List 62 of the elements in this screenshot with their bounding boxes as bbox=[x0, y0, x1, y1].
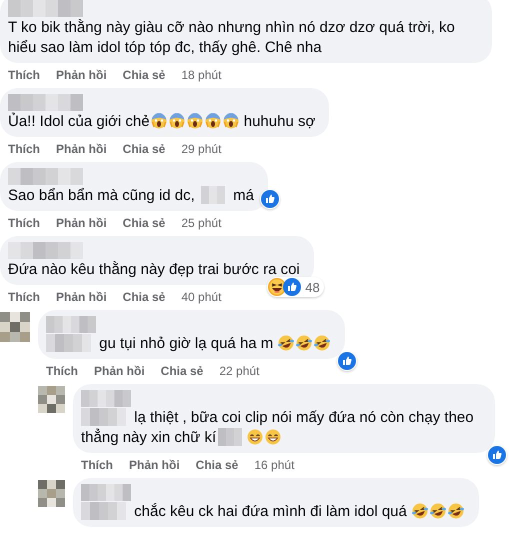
like-link[interactable]: Thích bbox=[8, 67, 40, 83]
blurred-text bbox=[200, 186, 225, 204]
reply-link[interactable]: Phản hồi bbox=[129, 457, 180, 473]
blurred-text bbox=[218, 428, 242, 446]
share-link[interactable]: Chia sẻ bbox=[122, 67, 166, 83]
blurred-avatar bbox=[38, 386, 65, 413]
blurred-avatar bbox=[38, 480, 65, 507]
blurred-avatar bbox=[0, 312, 30, 342]
comment-text: huhuhu sợ bbox=[242, 113, 316, 130]
grinning-emoji-icon bbox=[247, 429, 264, 445]
comment-time[interactable]: 25 phút bbox=[181, 215, 222, 231]
comment-text: thẳng này xin chữ kí bbox=[81, 428, 216, 448]
blurred-name bbox=[81, 390, 131, 407]
comment-text: gu tụi nhỏ giờ lạ quá ha m bbox=[98, 335, 274, 352]
laughing-emoji-icon bbox=[314, 335, 330, 351]
scream-emoji-icon bbox=[168, 113, 185, 129]
like-link[interactable]: Thích bbox=[81, 457, 113, 473]
blurred-name bbox=[81, 484, 131, 501]
blurred-name bbox=[46, 316, 96, 333]
scream-emoji-icon bbox=[204, 113, 221, 129]
like-link[interactable]: Thích bbox=[8, 289, 40, 305]
comment-time[interactable]: 18 phút bbox=[181, 67, 222, 83]
laughing-emoji-icon bbox=[448, 503, 464, 519]
reply-link[interactable]: Phản hồi bbox=[56, 67, 107, 83]
comment-time[interactable]: 40 phút bbox=[181, 289, 222, 305]
share-link[interactable]: Chia sẻ bbox=[122, 141, 166, 157]
comment-text: má bbox=[232, 187, 254, 204]
like-icon bbox=[260, 190, 279, 208]
grinning-emoji-icon bbox=[265, 429, 282, 445]
like-icon bbox=[338, 352, 356, 370]
laughing-emoji-icon bbox=[412, 503, 428, 519]
share-link[interactable]: Chia sẻ bbox=[122, 215, 166, 231]
share-link[interactable]: Chia sẻ bbox=[196, 457, 238, 473]
blurred-text bbox=[46, 334, 91, 352]
share-link[interactable]: Chia sẻ bbox=[122, 289, 166, 305]
like-icon bbox=[488, 446, 506, 464]
comment-text: Ủa!! Idol của giới chẻ bbox=[8, 113, 150, 130]
comment-text: Đứa nào kêu thằng này đẹp trai bước ra coi bbox=[8, 261, 300, 278]
comment-time[interactable]: 16 phút bbox=[254, 457, 294, 473]
blurred-text bbox=[81, 408, 126, 426]
comment-text: chắc kêu ck hai đứa mình đi làm idol quá bbox=[133, 503, 408, 520]
reply-link[interactable]: Phản hồi bbox=[56, 289, 107, 305]
scream-emoji-icon bbox=[150, 113, 167, 129]
reaction-count: 48 bbox=[305, 280, 320, 294]
reply-link[interactable]: Phản hồi bbox=[94, 363, 145, 379]
scream-emoji-icon bbox=[222, 113, 239, 129]
comment-text: lạ thiệt , bữa coi clip nói mấy đứa nó còn chạy theo bbox=[133, 409, 474, 426]
laughing-emoji-icon bbox=[430, 503, 446, 519]
laughing-emoji-icon bbox=[296, 335, 312, 351]
comment-text: Sao bẩn bẩn mà cũng id dc, bbox=[8, 187, 196, 204]
like-link[interactable]: Thích bbox=[8, 141, 40, 157]
blurred-text bbox=[81, 502, 126, 520]
comment-time[interactable]: 22 phút bbox=[219, 363, 260, 379]
comment-text: T ko bik thằng này giàu cỡ nào nhưng nhìn nó dzơ dzơ quá trời, ko hiểu sao làm idol tóp tóp đc, thấy ghê. Chê nha bbox=[8, 19, 455, 56]
like-link[interactable]: Thích bbox=[46, 363, 78, 379]
comment-time[interactable]: 29 phút bbox=[181, 141, 222, 157]
like-link[interactable]: Thích bbox=[8, 215, 40, 231]
scream-emoji-icon bbox=[186, 113, 203, 129]
reply-link[interactable]: Phản hồi bbox=[56, 141, 107, 157]
share-link[interactable]: Chia sẻ bbox=[160, 363, 204, 379]
reply-link[interactable]: Phản hồi bbox=[56, 215, 107, 231]
laughing-emoji-icon bbox=[278, 335, 294, 351]
